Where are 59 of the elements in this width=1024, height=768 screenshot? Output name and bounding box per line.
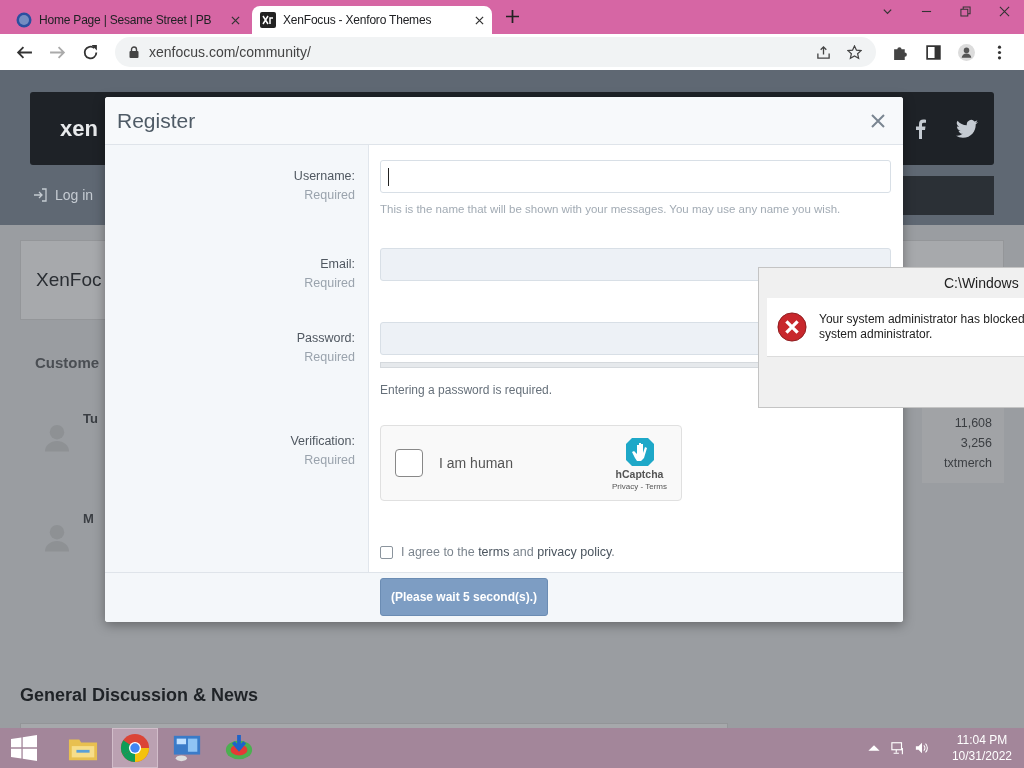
field-hint: This is the name that will be shown with your messages. You may use any name you wish.	[380, 203, 842, 215]
captcha-label: I am human	[439, 455, 513, 471]
captcha-links[interactable]: Privacy - Terms	[612, 481, 667, 491]
member-name[interactable]: Tu	[83, 411, 98, 426]
close-icon[interactable]	[871, 113, 885, 128]
profile-icon[interactable]	[958, 43, 975, 61]
required-note: Required	[304, 188, 355, 202]
login-icon	[33, 188, 47, 202]
agree-checkbox[interactable]	[380, 545, 393, 559]
side-panel-icon[interactable]	[925, 43, 942, 61]
login-link[interactable]: Log in	[33, 187, 94, 203]
star-icon[interactable]	[847, 44, 862, 60]
terms-link[interactable]: terms	[478, 545, 510, 559]
error-icon	[777, 312, 807, 342]
site-logo[interactable]: xen	[60, 115, 98, 142]
stat-value: 11,608	[954, 415, 992, 432]
required-note: Required	[304, 276, 355, 290]
field-label: Email:	[320, 257, 355, 271]
error-message: system administrator.	[819, 327, 934, 342]
twitter-icon[interactable]	[956, 118, 978, 139]
forum-title: XenFoc	[36, 269, 102, 291]
reload-icon[interactable]	[82, 43, 99, 61]
hand-logo-icon	[623, 435, 656, 468]
tv-logo-icon	[16, 12, 32, 28]
section-title: Custome	[35, 354, 100, 371]
network-icon[interactable]	[890, 741, 905, 755]
error-message: Your system administrator has blocked	[819, 312, 1024, 327]
captcha-brand: hCaptcha	[615, 467, 664, 480]
field-label: Password:	[296, 331, 355, 345]
lock-icon	[129, 46, 139, 58]
field-label: Verification:	[290, 434, 355, 448]
dialog-title: C:\Windows	[944, 275, 1019, 291]
agree-text: I agree to the terms and privacy policy.	[401, 545, 615, 559]
dialog-title: Register	[117, 108, 197, 133]
required-note: Required	[304, 350, 355, 364]
browser-tab[interactable]: Home Page | Sesame Street | PB	[8, 6, 248, 34]
volume-icon[interactable]	[914, 741, 929, 755]
windows-start-icon[interactable]	[10, 735, 38, 761]
restore-icon[interactable]	[960, 5, 971, 17]
member-name[interactable]: M	[83, 511, 94, 526]
address-bar[interactable]: xenfocus.com/community/	[115, 37, 876, 67]
stat-value: 3,256	[960, 435, 992, 452]
category-heading: General Discussion & News	[20, 685, 260, 706]
new-tab-icon[interactable]	[506, 9, 519, 23]
input-field[interactable]	[380, 160, 891, 193]
monitor-icon	[172, 733, 202, 763]
share-icon[interactable]	[816, 44, 831, 60]
close-window-icon[interactable]	[999, 5, 1010, 17]
facebook-icon[interactable]	[914, 118, 926, 139]
required-note: Required	[304, 453, 355, 467]
stat-value: txtmerch	[944, 455, 992, 472]
field-hint: Entering a password is required.	[380, 383, 554, 397]
field-label: Username:	[293, 169, 355, 183]
chrome-button[interactable]	[112, 728, 158, 768]
close-tab-icon[interactable]	[475, 15, 484, 25]
xf-logo-icon	[260, 12, 276, 28]
captcha-checkbox[interactable]	[395, 449, 423, 477]
chrome-logo-icon	[120, 733, 150, 763]
browser-tab[interactable]: XenFocus - Xenforo Themes	[252, 6, 492, 34]
